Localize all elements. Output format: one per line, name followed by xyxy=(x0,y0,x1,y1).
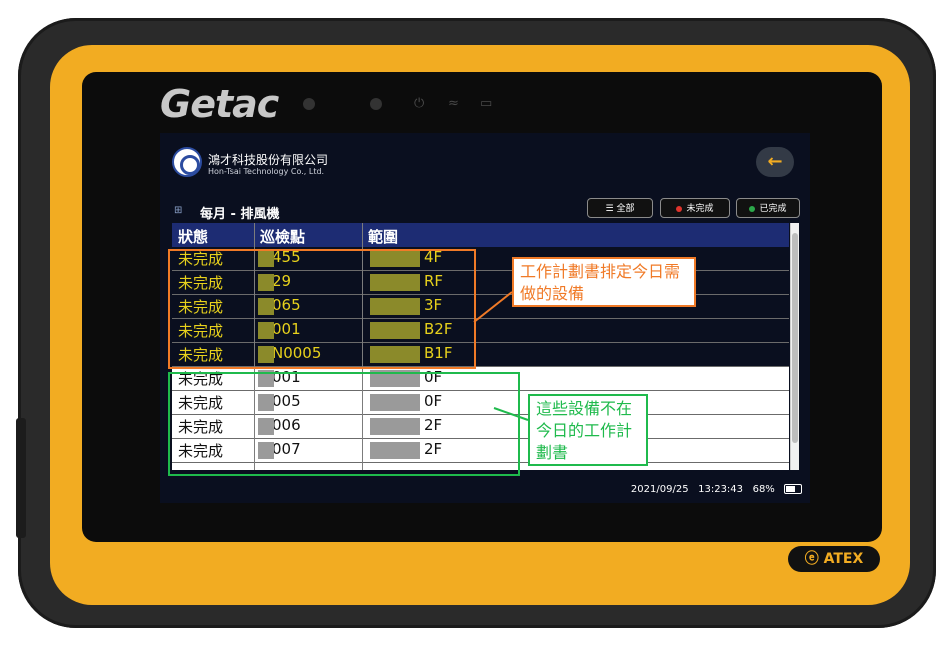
status-date: 2021/09/25 xyxy=(630,484,689,495)
filter-all-label: 全部 xyxy=(616,204,635,214)
table-scrollbar[interactable] xyxy=(790,223,799,470)
scrollbar-thumb[interactable] xyxy=(792,233,798,443)
callout-scheduled: 工作計劃書排定今日需做的設備 xyxy=(512,257,696,307)
filter-complete-button[interactable]: 已完成 xyxy=(736,198,800,218)
callout-unscheduled: 這些設備不在今日的工作計劃書 xyxy=(528,394,648,466)
ex-icon: ⓔ xyxy=(804,551,824,567)
battery-icon xyxy=(784,484,802,494)
status-bar: 2021/09/25 13:23:43 68% xyxy=(631,484,802,495)
red-dot-icon xyxy=(676,205,683,212)
filter-all-button[interactable]: ☰ 全部 xyxy=(587,198,653,218)
status-time: 13:23:43 xyxy=(698,484,744,495)
battery-led-icon: ▭ xyxy=(480,96,493,111)
header-point: 巡檢點 xyxy=(260,228,306,246)
menu-icon: ☰ xyxy=(605,204,617,214)
company-logo-icon xyxy=(172,147,202,177)
filter-incomplete-label: 未完成 xyxy=(686,204,714,214)
filter-incomplete-button[interactable]: 未完成 xyxy=(660,198,730,218)
filter-complete-label: 已完成 xyxy=(759,204,787,214)
arrow-left-icon: ← xyxy=(767,151,783,172)
camera-sensor-right xyxy=(370,98,382,110)
green-dot-icon xyxy=(749,205,756,212)
tree-icon: ⊞ xyxy=(174,205,183,216)
wifi-led-icon: ≈ xyxy=(448,96,459,111)
header-range: 範圍 xyxy=(368,228,399,246)
device-brand: Getac xyxy=(160,82,279,126)
company-name: 鴻才科技股份有限公司 xyxy=(208,153,329,167)
page-title: 每月 - 排風機 xyxy=(200,207,280,222)
side-port xyxy=(16,418,26,538)
power-led-icon: ⏻ xyxy=(414,96,425,111)
highlight-box-scheduled xyxy=(168,249,476,369)
company-name-en: Hon-Tsai Technology Co., Ltd. xyxy=(208,167,325,176)
back-button[interactable]: ← xyxy=(756,147,794,177)
atex-label: ATEX xyxy=(823,551,864,567)
atex-badge: ⓔ ATEX xyxy=(788,546,880,572)
camera-sensor-left xyxy=(303,98,315,110)
highlight-box-unscheduled xyxy=(168,372,520,476)
header-status: 狀態 xyxy=(178,228,209,246)
status-battery: 68% xyxy=(752,484,775,495)
table-header: 狀態 巡檢點 範圍 xyxy=(172,223,789,247)
